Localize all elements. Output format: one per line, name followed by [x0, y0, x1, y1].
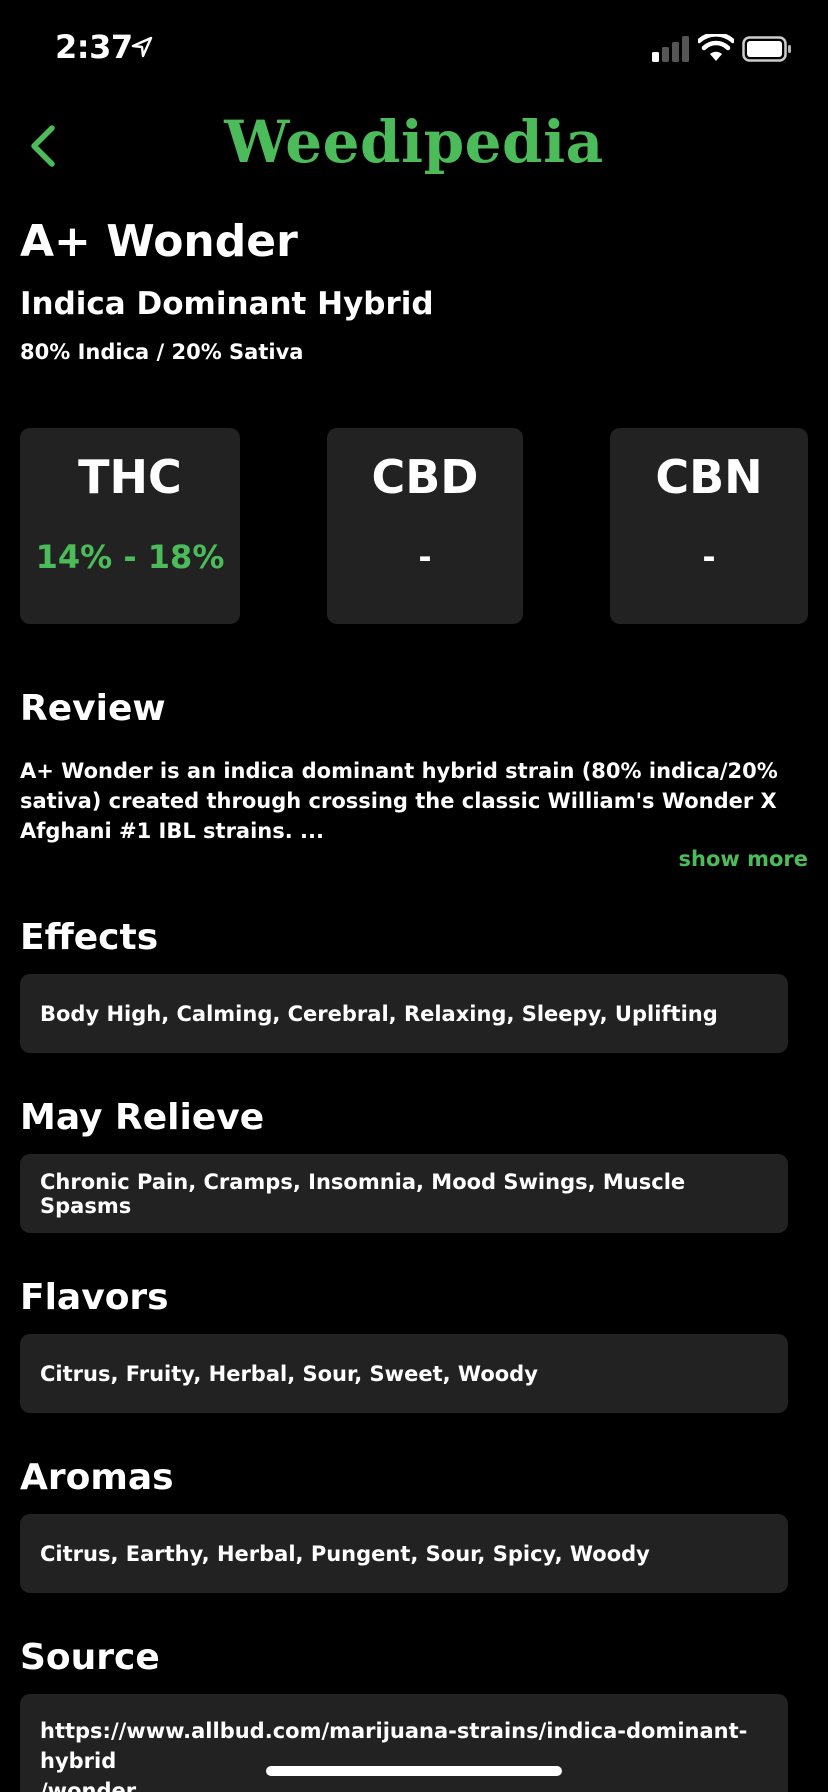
cbn-card: CBN - — [610, 428, 808, 624]
cbn-value: - — [702, 538, 716, 576]
battery-icon — [742, 36, 791, 62]
navigation-bar: Weedipedia — [0, 100, 828, 190]
strain-ratio: 80% Indica / 20% Sativa — [20, 340, 304, 364]
source-url-line2: /wonder — [40, 1779, 137, 1792]
aromas-box: Citrus, Earthy, Herbal, Pungent, Sour, S… — [20, 1514, 788, 1593]
source-heading: Source — [20, 1637, 160, 1678]
flavors-box: Citrus, Fruity, Herbal, Sour, Sweet, Woo… — [20, 1334, 788, 1413]
review-text: A+ Wonder is an indica dominant hybrid s… — [20, 759, 778, 843]
may-relieve-heading: May Relieve — [20, 1097, 265, 1138]
wifi-icon — [698, 34, 734, 61]
aromas-heading: Aromas — [20, 1457, 174, 1498]
show-more-link[interactable]: show more — [679, 847, 809, 871]
location-arrow-icon — [131, 36, 153, 58]
status-bar: 2:37 — [0, 0, 828, 100]
cbd-label: CBD — [371, 450, 479, 504]
thc-card: THC 14% - 18% — [20, 428, 240, 624]
source-link[interactable]: https://www.allbud.com/marijuana-strains… — [40, 1716, 768, 1792]
effects-value: Body High, Calming, Cerebral, Relaxing, … — [40, 1001, 718, 1026]
cellular-signal-icon — [652, 36, 689, 62]
source-box: https://www.allbud.com/marijuana-strains… — [20, 1694, 788, 1792]
effects-heading: Effects — [20, 917, 159, 958]
status-time: 2:37 — [55, 28, 133, 66]
may-relieve-box: Chronic Pain, Cramps, Insomnia, Mood Swi… — [20, 1154, 788, 1233]
flavors-heading: Flavors — [20, 1277, 169, 1318]
app-title: Weedipedia — [224, 108, 604, 176]
cbd-card: CBD - — [327, 428, 523, 624]
strain-name: A+ Wonder — [20, 216, 298, 267]
strain-type: Indica Dominant Hybrid — [20, 286, 434, 322]
home-indicator[interactable] — [266, 1766, 562, 1776]
flavors-value: Citrus, Fruity, Herbal, Sour, Sweet, Woo… — [40, 1361, 538, 1386]
review-heading: Review — [20, 688, 166, 729]
cbn-label: CBN — [655, 450, 763, 504]
effects-box: Body High, Calming, Cerebral, Relaxing, … — [20, 974, 788, 1053]
aromas-value: Citrus, Earthy, Herbal, Pungent, Sour, S… — [40, 1541, 650, 1566]
thc-label: THC — [78, 450, 182, 504]
cbd-value: - — [418, 538, 432, 576]
may-relieve-value: Chronic Pain, Cramps, Insomnia, Mood Swi… — [40, 1169, 686, 1218]
thc-value: 14% - 18% — [35, 538, 225, 576]
